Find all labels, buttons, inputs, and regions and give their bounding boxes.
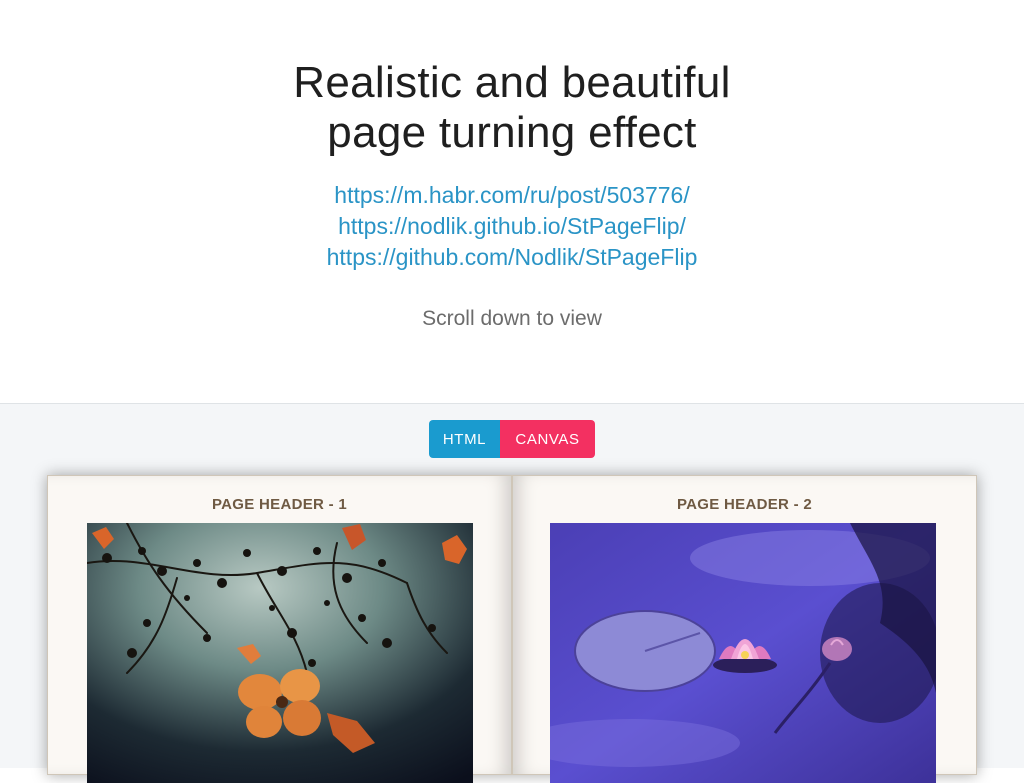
demo-section: HTML CANVAS PAGE HEADER - 1 PAGE HEADER … — [0, 403, 1024, 783]
page-header-1: PAGE HEADER - 1 — [211, 496, 348, 513]
book-page-1[interactable]: PAGE HEADER - 1 — [47, 475, 512, 783]
title-line-1: Realistic and beautiful — [293, 58, 731, 107]
canvas-mode-button[interactable]: CANVAS — [500, 420, 595, 458]
html-mode-button[interactable]: HTML — [429, 420, 500, 458]
demo-link[interactable]: https://nodlik.github.io/StPageFlip/ — [0, 211, 1024, 242]
scroll-hint: Scroll down to view — [422, 307, 602, 330]
water-lily-image — [550, 523, 936, 783]
title-line-2: page turning effect — [327, 108, 697, 157]
page-header-2: PAGE HEADER - 2 — [676, 496, 813, 513]
mode-switch: HTML CANVAS — [429, 420, 595, 458]
flip-book[interactable]: PAGE HEADER - 1 PAGE HEADER - 2 — [47, 475, 977, 783]
hero-section: Realistic and beautiful page turning eff… — [0, 0, 1024, 403]
book-page-2[interactable]: PAGE HEADER - 2 — [512, 475, 977, 783]
habr-link[interactable]: https://m.habr.com/ru/post/503776/ — [0, 180, 1024, 211]
github-link[interactable]: https://github.com/Nodlik/StPageFlip — [0, 242, 1024, 273]
page-title: Realistic and beautiful page turning eff… — [0, 58, 1024, 158]
links-list: https://m.habr.com/ru/post/503776/ https… — [0, 180, 1024, 273]
autumn-flowers-image — [87, 523, 473, 783]
